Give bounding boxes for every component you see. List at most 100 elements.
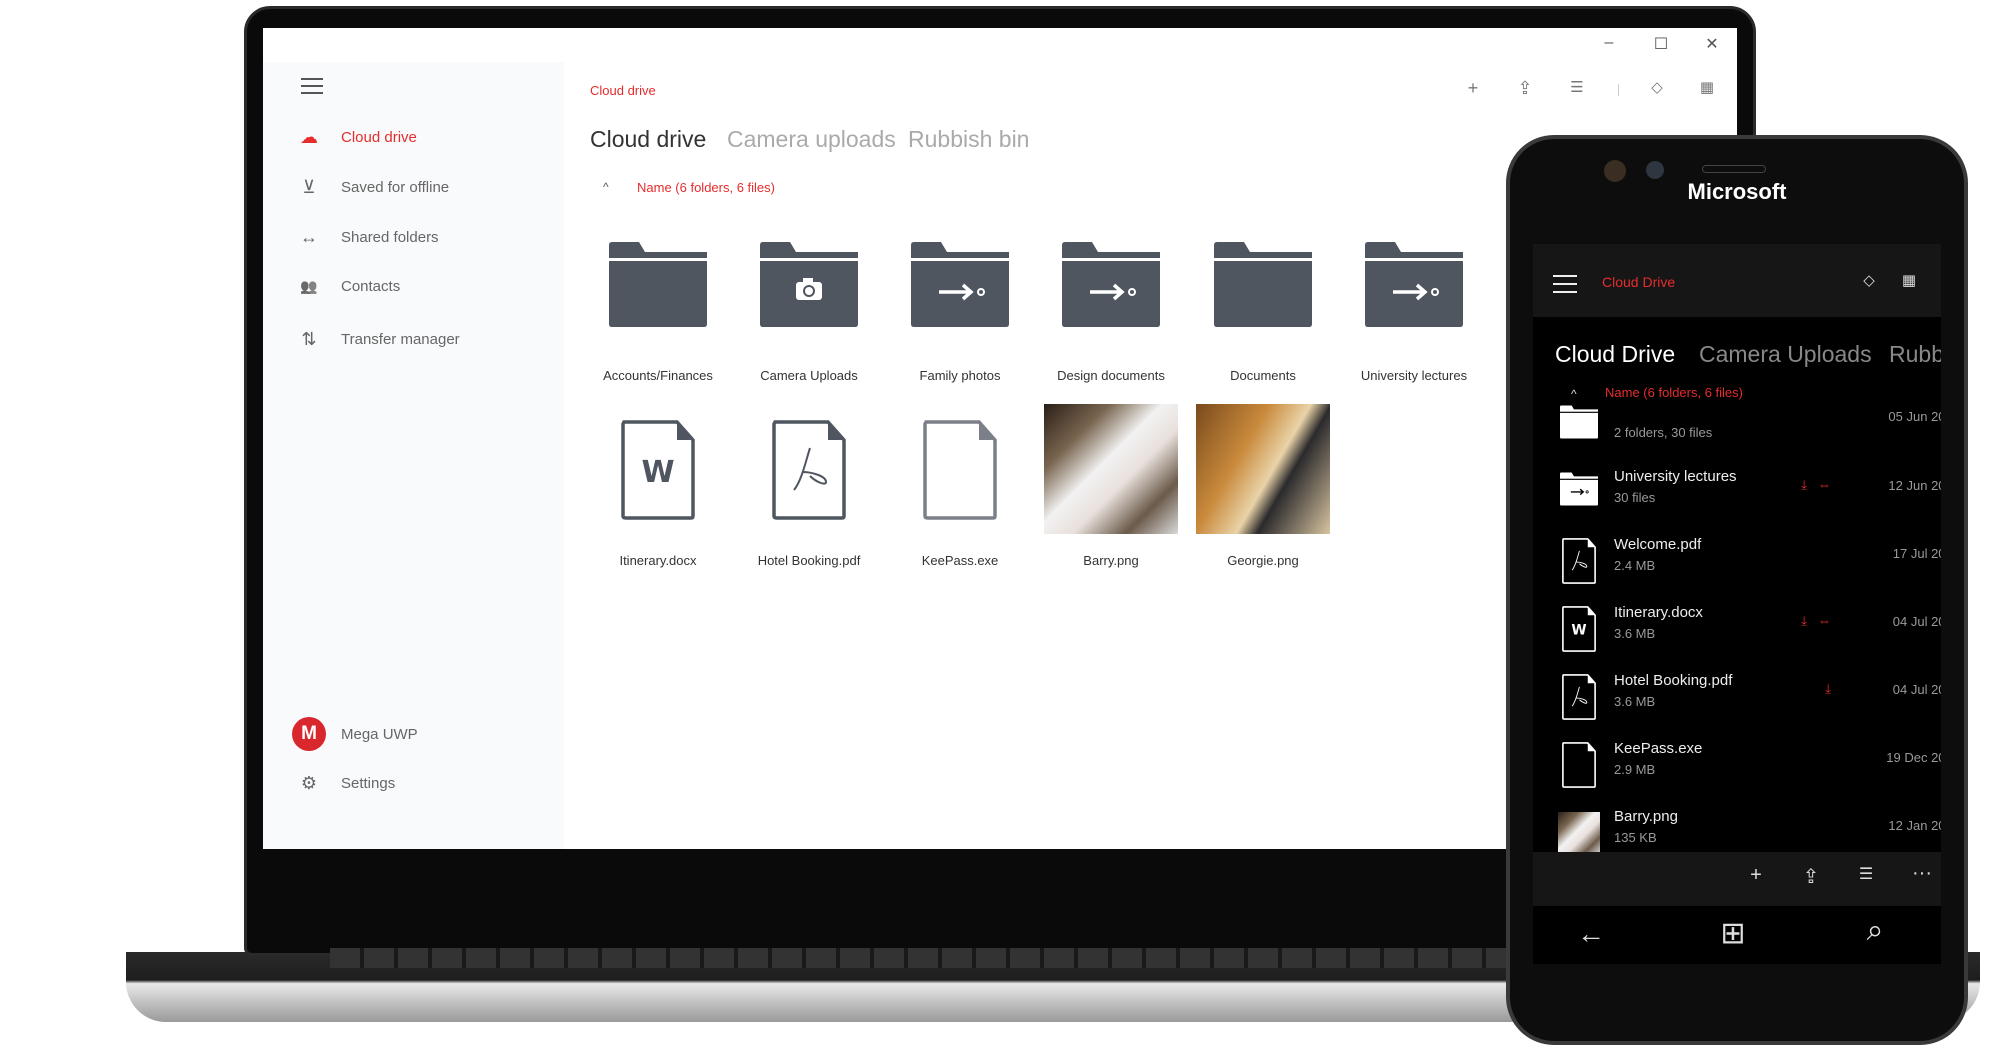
image-thumbnail — [1558, 812, 1600, 854]
shared-folder-icon — [1560, 472, 1598, 506]
folder-name: Accounts/Finances — [603, 368, 713, 383]
phone-sensor — [1646, 161, 1664, 179]
folder-name: Family photos — [919, 368, 1001, 383]
generic-file-icon — [923, 420, 997, 520]
sidebar-item-shared-folders[interactable]: ↔ Shared folders — [297, 227, 439, 248]
toolbar-divider — [1618, 84, 1619, 96]
account-item[interactable]: M Mega UWP — [292, 717, 418, 751]
offline-download-icon: ⤓ — [1801, 477, 1807, 492]
offline-download-icon: ⤓ — [1801, 613, 1807, 628]
upload-cloud-icon[interactable]: ⇪ — [1797, 864, 1825, 889]
item-date: 12 Jan 2018 — [1888, 818, 1941, 833]
item-size: 3.6 MB — [1614, 626, 1656, 641]
svg-text:W: W — [641, 455, 674, 490]
folder-name: Design documents — [1057, 368, 1165, 383]
list-item[interactable]: University lectures 30 files 12 Jun 2018 ⤓ ⇔ — [1560, 464, 1941, 524]
item-size: 2.4 MB — [1614, 558, 1656, 573]
hamburger-menu-icon[interactable] — [1553, 275, 1577, 293]
item-size: 135 KB — [1614, 830, 1657, 845]
grid-view-icon[interactable]: ▦ — [1695, 78, 1719, 96]
camera-folder-icon — [760, 242, 858, 327]
file-name: Itinerary.docx — [619, 553, 697, 568]
sidebar-item-cloud-drive[interactable]: ☁ Cloud drive — [297, 127, 417, 148]
svg-text:W: W — [1571, 623, 1586, 639]
sidebar-item-label: Contacts — [341, 278, 401, 295]
sort-icon[interactable]: ◇ — [1645, 78, 1669, 96]
phone-tab-rubbish-bin[interactable]: Rubb — [1889, 341, 1941, 368]
image-thumbnail — [1044, 404, 1178, 534]
list-item[interactable]: 2 folders, 30 files 05 Jun 2018 — [1560, 405, 1941, 469]
tab-camera-uploads[interactable]: Camera uploads — [727, 126, 896, 153]
hamburger-menu-icon[interactable] — [301, 78, 323, 94]
sidebar-item-saved-for-offline[interactable]: ⊻ Saved for offline — [297, 177, 449, 198]
sort-icon[interactable]: ◇ — [1855, 271, 1883, 289]
pdf-file-icon — [772, 420, 846, 520]
file-name: Georgie.png — [1227, 553, 1299, 568]
phone-sort-label[interactable]: Name (6 folders, 6 files) — [1605, 385, 1743, 400]
item-date: 17 Jul 2017 — [1892, 546, 1941, 561]
pdf-file-icon — [1560, 538, 1598, 584]
list-item[interactable]: Welcome.pdf 2.4 MB 17 Jul 2017 — [1560, 532, 1941, 592]
file-name: Hotel Booking.pdf — [757, 553, 861, 568]
item-date: 05 Jun 2018 — [1888, 409, 1941, 424]
shared-arrows-icon: ↔ — [300, 227, 318, 247]
sidebar-item-label: Saved for offline — [341, 179, 450, 196]
generic-file-icon — [1560, 742, 1598, 788]
item-date: 04 Jul 2018 — [1892, 614, 1941, 629]
cloud-icon: ☁ — [300, 127, 318, 147]
pdf-file-icon — [1560, 674, 1598, 720]
word-file-icon: W — [1560, 606, 1598, 652]
breadcrumb[interactable]: Cloud drive — [590, 83, 656, 98]
folder-icon — [1214, 242, 1312, 327]
phone-screen: Cloud Drive ◇ ▦ Cloud Drive Camera Uploa… — [1533, 244, 1941, 964]
sidebar-item-contacts[interactable]: 👥 Contacts — [297, 278, 400, 295]
sort-label[interactable]: Name (6 folders, 6 files) — [637, 180, 775, 195]
item-date: 04 Jul 2018 — [1892, 682, 1941, 697]
link-icon: ⇔ — [1818, 613, 1831, 628]
list-item[interactable]: Hotel Booking.pdf 3.6 MB 04 Jul 2018 ⤓ — [1560, 668, 1941, 728]
grid-view-icon[interactable]: ▦ — [1895, 271, 1923, 289]
phone-brand-logo: Microsoft — [1687, 179, 1787, 204]
list-item[interactable]: W Itinerary.docx 3.6 MB 04 Jul 2018 ⤓ ⇔ — [1560, 600, 1941, 660]
tab-cloud-drive[interactable]: Cloud drive — [590, 126, 706, 153]
multiselect-icon[interactable]: ☰ — [1565, 78, 1589, 96]
file-name: KeePass.exe — [921, 553, 999, 568]
item-size: 3.6 MB — [1614, 694, 1656, 709]
list-item[interactable]: KeePass.exe 2.9 MB 19 Dec 2017 — [1560, 736, 1941, 796]
offline-download-icon: ⊻ — [302, 177, 316, 197]
word-file-icon: W — [621, 420, 695, 520]
shared-folder-icon — [1365, 242, 1463, 327]
folder-name: Camera Uploads — [760, 368, 858, 383]
tab-rubbish-bin[interactable]: Rubbish bin — [908, 126, 1029, 153]
item-name: University lectures — [1614, 468, 1737, 485]
multiselect-icon[interactable]: ☰ — [1852, 864, 1880, 884]
search-icon[interactable]: ⌕ — [1861, 914, 1889, 948]
add-icon[interactable]: + — [1461, 78, 1485, 99]
item-date: 12 Jun 2018 — [1888, 478, 1941, 493]
phone-tab-camera-uploads[interactable]: Camera Uploads — [1699, 341, 1872, 368]
sidebar-item-transfer-manager[interactable]: ⇅ Transfer manager — [297, 329, 459, 350]
link-icon: ⇔ — [1818, 477, 1831, 492]
back-icon[interactable]: ← — [1577, 918, 1605, 950]
item-name: KeePass.exe — [1614, 740, 1703, 757]
phone-header: Cloud Drive ◇ ▦ — [1533, 244, 1941, 317]
phone-app-bar: + ⇪ ☰ ··· — [1533, 852, 1941, 906]
sidebar-item-settings[interactable]: ⚙ Settings — [297, 773, 395, 794]
close-button[interactable]: ✕ — [1700, 34, 1724, 54]
minimize-button[interactable]: – — [1597, 34, 1621, 52]
folder-name: Documents — [1230, 368, 1296, 383]
item-size: 30 files — [1614, 490, 1656, 505]
shared-folder-icon — [1062, 242, 1160, 327]
maximize-button[interactable]: ☐ — [1649, 34, 1673, 54]
windows-start-icon[interactable]: ⊞ — [1719, 916, 1747, 951]
phone-tab-cloud-drive[interactable]: Cloud Drive — [1555, 341, 1675, 368]
sort-caret-icon[interactable]: ^ — [1571, 387, 1577, 401]
upload-cloud-icon[interactable]: ⇪ — [1513, 78, 1537, 99]
sidebar-item-label: Settings — [341, 775, 396, 792]
more-options-icon[interactable]: ··· — [1908, 862, 1936, 885]
file-name: Barry.png — [1083, 553, 1139, 568]
sort-caret-icon[interactable]: ^ — [603, 180, 609, 194]
add-icon[interactable]: + — [1742, 864, 1770, 887]
sidebar-item-label: Cloud drive — [341, 129, 417, 146]
transfer-icon: ⇅ — [301, 329, 317, 349]
